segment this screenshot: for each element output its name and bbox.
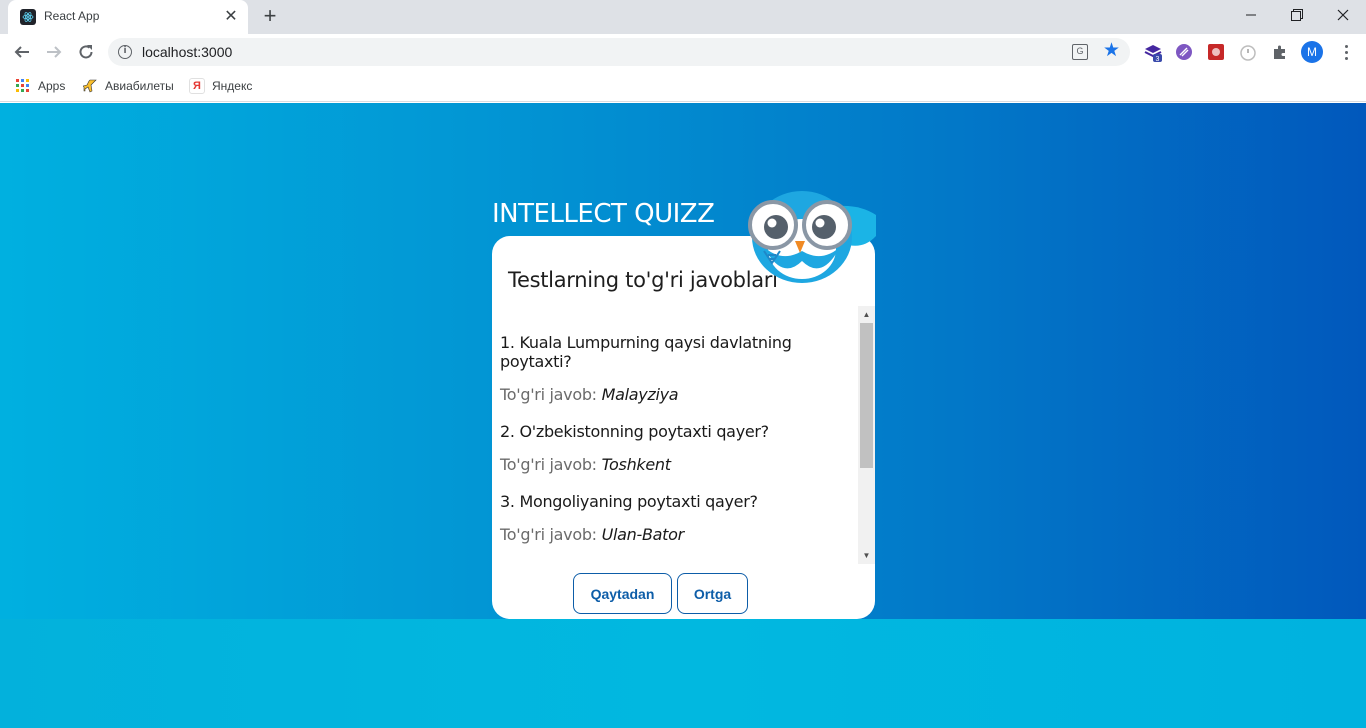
forward-arrow-icon[interactable] [40, 38, 68, 66]
restart-button[interactable]: Qaytadan [573, 573, 672, 614]
site-info-icon[interactable]: i [118, 45, 132, 59]
url-text[interactable]: localhost:3000 [142, 44, 232, 60]
results-heading: Testlarning to'g'ri javoblari [508, 268, 778, 292]
react-favicon-icon [20, 9, 36, 25]
yandex-icon: Я [189, 78, 205, 94]
scroll-thumb[interactable] [860, 323, 873, 468]
extension-timer-icon[interactable] [1238, 42, 1258, 62]
back-arrow-icon[interactable] [8, 38, 36, 66]
browser-menu-icon[interactable] [1336, 40, 1356, 64]
new-tab-button[interactable]: + [258, 5, 282, 29]
answer-line: To'g'ri javob: Toshkent [500, 455, 671, 474]
browser-tab[interactable]: React App ✕ [8, 0, 248, 34]
tab-title: React App [44, 9, 100, 23]
question-text: 1. Kuala Lumpurning qaysi davlatning poy… [500, 333, 792, 371]
results-card: Testlarning to'g'ri javoblari 1. Kuala L… [492, 236, 875, 619]
extension-purple-icon[interactable] [1174, 42, 1194, 62]
restore-icon[interactable] [1274, 0, 1320, 30]
tab-strip: React App ✕ + [0, 0, 1366, 34]
bookmark-apps[interactable]: Apps [15, 76, 65, 96]
correct-answer: Toshkent [601, 455, 671, 474]
extension-red-icon[interactable] [1206, 42, 1226, 62]
question-text: 3. Mongoliyaning poytaxti qayer? [500, 492, 758, 511]
owl-mascot-icon [748, 191, 876, 283]
bookmarks-bar: Apps Авиабилеты Я Яндекс [0, 70, 1366, 102]
bookmark-label: Apps [38, 79, 66, 93]
question-text: 2. O'zbekistonning poytaxti qayer? [500, 422, 769, 441]
bookmark-star-icon[interactable]: ★ [1103, 40, 1120, 62]
minimize-icon[interactable] [1228, 0, 1274, 30]
profile-avatar[interactable]: M [1301, 41, 1323, 63]
answer-line: To'g'ri javob: Malayziya [500, 385, 679, 404]
answers-list[interactable]: 1. Kuala Lumpurning qaysi davlatning poy… [492, 306, 858, 564]
answers-scrollbar[interactable]: ▲ ▼ [858, 306, 875, 564]
extension-stack-icon[interactable]: 3 [1143, 42, 1163, 62]
bookmark-aviabilety[interactable]: Авиабилеты [82, 76, 174, 96]
bookmark-label: Авиабилеты [105, 79, 174, 93]
app-title: INTELLECT QUIZZ [492, 199, 715, 229]
address-bar[interactable]: i localhost:3000 G ★ [108, 38, 1130, 66]
bookmark-yandex[interactable]: Я Яндекс [189, 76, 252, 96]
close-window-icon[interactable] [1320, 0, 1366, 30]
airplane-icon [82, 78, 98, 94]
extension-badge-count: 3 [1156, 56, 1160, 62]
back-button[interactable]: Ortga [677, 573, 748, 614]
browser-toolbar: i localhost:3000 G ★ 3 M [0, 34, 1366, 70]
tab-close-icon[interactable]: ✕ [222, 8, 240, 26]
translate-icon[interactable]: G [1072, 44, 1088, 60]
answer-line: To'g'ri javob: Ulan-Bator [500, 525, 684, 544]
background-bottom-band [0, 619, 1366, 728]
extensions-puzzle-icon[interactable] [1270, 42, 1290, 62]
page-viewport: INTELLECT QUIZZ Testlarning to'g'ri javo… [0, 103, 1366, 728]
scroll-down-arrow-icon[interactable]: ▼ [858, 547, 875, 564]
reload-icon[interactable] [72, 38, 100, 66]
correct-answer: Malayziya [601, 385, 679, 404]
scroll-up-arrow-icon[interactable]: ▲ [858, 306, 875, 323]
bookmark-label: Яндекс [212, 79, 253, 93]
correct-answer: Ulan-Bator [601, 525, 685, 544]
apps-grid-icon [15, 78, 31, 94]
